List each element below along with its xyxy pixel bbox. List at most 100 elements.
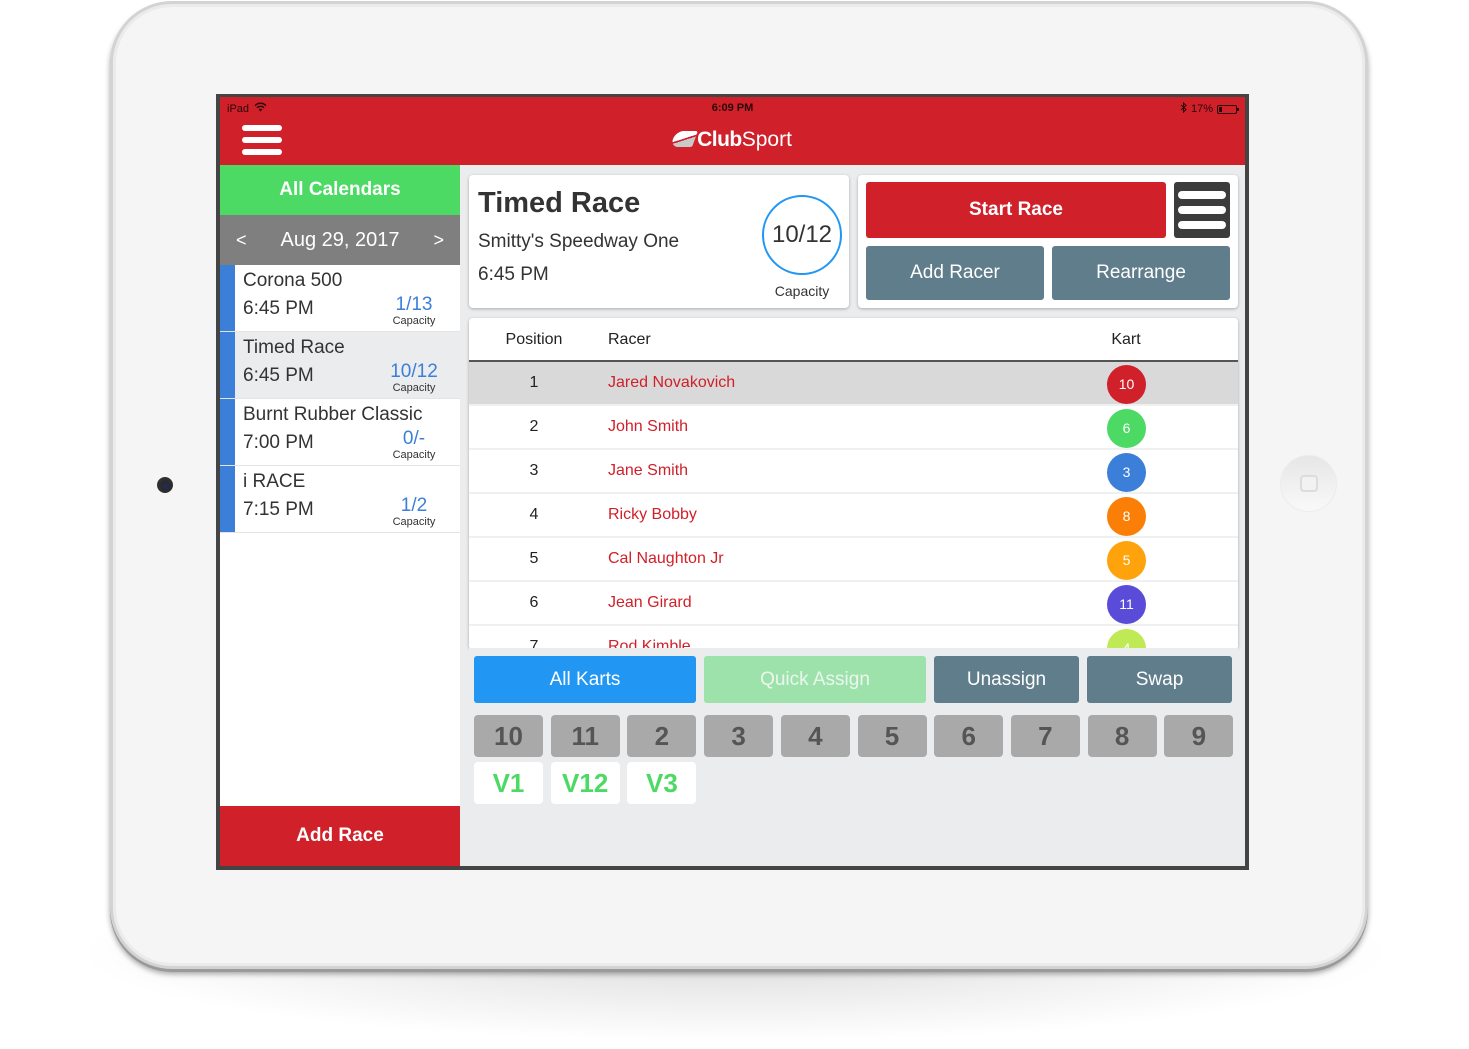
bluetooth-icon <box>1180 101 1187 116</box>
racer-position: 2 <box>529 418 539 435</box>
racer-name[interactable]: Rod Kimble <box>608 638 691 648</box>
virtual-kart-chip[interactable]: V3 <box>627 762 697 804</box>
racer-name[interactable]: John Smith <box>608 418 688 436</box>
add-racer-button[interactable]: Add Racer <box>866 246 1044 300</box>
kart-chip[interactable]: 6 <box>934 715 1004 757</box>
race-capacity-label: Capacity <box>392 315 436 327</box>
race-actions-card: Start Race Add Racer Rearrange <box>858 175 1238 308</box>
race-capacity-label: Capacity <box>392 382 436 394</box>
capacity-label: Capacity <box>774 283 830 299</box>
race-capacity-label: Capacity <box>392 449 436 461</box>
racer-table: Position Racer Kart 1 Jared Novakovich 1… <box>469 318 1238 648</box>
race-title: Timed Race <box>478 187 641 219</box>
racer-position: 7 <box>529 638 539 648</box>
racer-position: 5 <box>529 550 539 567</box>
add-race-button[interactable]: Add Race <box>220 806 460 866</box>
header-racer: Racer <box>608 331 651 348</box>
race-start-time: 6:45 PM <box>478 264 549 285</box>
virtual-kart-chip[interactable]: V1 <box>474 762 543 804</box>
racer-position: 4 <box>529 506 539 523</box>
race-list-item[interactable]: Burnt Rubber Classic 7:00 PM 0/- Capacit… <box>220 399 460 466</box>
clubsport-logo: ClubSport <box>220 128 1245 152</box>
kart-chip[interactable]: 3 <box>704 715 774 757</box>
table-header: Position Racer Kart <box>469 318 1238 362</box>
racer-name[interactable]: Jared Novakovich <box>608 374 735 392</box>
logo-text-club: Club <box>697 128 742 151</box>
race-time: 6:45 PM <box>243 365 314 386</box>
race-time: 6:45 PM <box>243 298 314 319</box>
header-position: Position <box>505 331 563 348</box>
date-navigator: < Aug 29, 2017 > <box>220 215 460 265</box>
menu-bar <box>1178 191 1226 199</box>
unassign-button[interactable]: Unassign <box>934 656 1079 703</box>
kart-chip[interactable]: 8 <box>1087 715 1157 757</box>
kart-badge[interactable]: 11 <box>1107 585 1146 624</box>
race-capacity-value: 10/12 <box>390 361 438 382</box>
race-list-item[interactable]: i RACE 7:15 PM 1/2 Capacity <box>220 466 460 533</box>
racer-position: 3 <box>529 462 539 479</box>
kart-badge[interactable]: 3 <box>1107 453 1146 492</box>
table-row[interactable]: 7 Rod Kimble 4 <box>469 626 1238 648</box>
kart-badge[interactable]: 8 <box>1107 497 1146 536</box>
battery-icon <box>1217 104 1239 114</box>
race-list-item[interactable]: Timed Race 6:45 PM 10/12 Capacity <box>220 332 460 399</box>
race-time: 7:15 PM <box>243 499 314 520</box>
racer-name[interactable]: Cal Naughton Jr <box>608 550 724 568</box>
kart-assignment-panel: All Karts Quick Assign Unassign Swap 10 … <box>469 648 1238 866</box>
kart-badge[interactable]: 10 <box>1107 365 1146 404</box>
kart-badge[interactable]: 4 <box>1107 629 1146 648</box>
quick-assign-button[interactable]: Quick Assign <box>704 656 926 703</box>
table-row[interactable]: 2 John Smith 6 <box>469 406 1238 450</box>
kart-chip[interactable]: 7 <box>1010 715 1080 757</box>
race-capacity-value: 0/- <box>402 428 426 449</box>
kart-chip[interactable]: 4 <box>780 715 850 757</box>
prev-date-button[interactable]: < <box>236 230 247 251</box>
race-capacity: 1/2 Capacity <box>384 495 444 529</box>
table-row[interactable]: 5 Cal Naughton Jr 5 <box>469 538 1238 582</box>
kart-chip[interactable]: 9 <box>1164 715 1234 757</box>
header-kart: Kart <box>1111 331 1141 348</box>
logo-text-sport: Sport <box>741 128 792 151</box>
home-button[interactable] <box>1280 455 1337 512</box>
menu-bar <box>1178 221 1226 229</box>
kart-badge[interactable]: 6 <box>1107 409 1146 448</box>
kart-chip[interactable]: 2 <box>627 715 697 757</box>
all-calendars-button[interactable]: All Calendars <box>220 165 460 215</box>
race-capacity-value: 1/13 <box>395 294 433 315</box>
table-row[interactable]: 3 Jane Smith 3 <box>469 450 1238 494</box>
table-row[interactable]: 6 Jean Girard 11 <box>469 582 1238 626</box>
racer-name[interactable]: Ricky Bobby <box>608 506 697 524</box>
all-karts-button[interactable]: All Karts <box>474 656 696 703</box>
table-row[interactable]: 4 Ricky Bobby 8 <box>469 494 1238 538</box>
menu-bar <box>1178 206 1226 214</box>
kart-chip[interactable]: 10 <box>474 715 543 757</box>
racer-name[interactable]: Jean Girard <box>608 594 692 612</box>
race-capacity: 1/13 Capacity <box>384 294 444 328</box>
race-sidebar: All Calendars < Aug 29, 2017 > Corona 50… <box>220 165 460 866</box>
start-race-button[interactable]: Start Race <box>866 182 1166 238</box>
race-options-menu-button[interactable] <box>1174 182 1230 238</box>
virtual-kart-chip[interactable]: V12 <box>550 762 620 804</box>
home-square-icon <box>1300 475 1318 492</box>
kart-chip[interactable]: 11 <box>550 715 620 757</box>
battery-percent: 17% <box>1190 103 1213 115</box>
racer-name[interactable]: Jane Smith <box>608 462 688 480</box>
rearrange-button[interactable]: Rearrange <box>1052 246 1230 300</box>
logo-mark-icon <box>670 131 698 147</box>
race-detail-card: Timed Race Smitty's Speedway One 6:45 PM… <box>469 175 849 308</box>
race-capacity-value: 1/2 <box>400 495 428 516</box>
screen: iPad 6:09 PM 17% ClubSport All Calendars… <box>216 94 1249 870</box>
capacity-ring: 10/12 <box>762 195 842 275</box>
table-row[interactable]: 1 Jared Novakovich 10 <box>469 362 1238 406</box>
race-name: Corona 500 <box>243 270 343 291</box>
race-list: Corona 500 6:45 PM 1/13 Capacity Timed R… <box>220 265 460 533</box>
app-root: iPad 6:09 PM 17% ClubSport All Calendars… <box>220 97 1245 866</box>
race-color-stripe <box>220 399 235 465</box>
race-name: Timed Race <box>243 337 345 358</box>
racer-position: 1 <box>529 374 539 391</box>
race-list-item[interactable]: Corona 500 6:45 PM 1/13 Capacity <box>220 265 460 332</box>
kart-badge[interactable]: 5 <box>1107 541 1146 580</box>
next-date-button[interactable]: > <box>433 230 444 251</box>
swap-button[interactable]: Swap <box>1087 656 1232 703</box>
kart-chip[interactable]: 5 <box>857 715 927 757</box>
